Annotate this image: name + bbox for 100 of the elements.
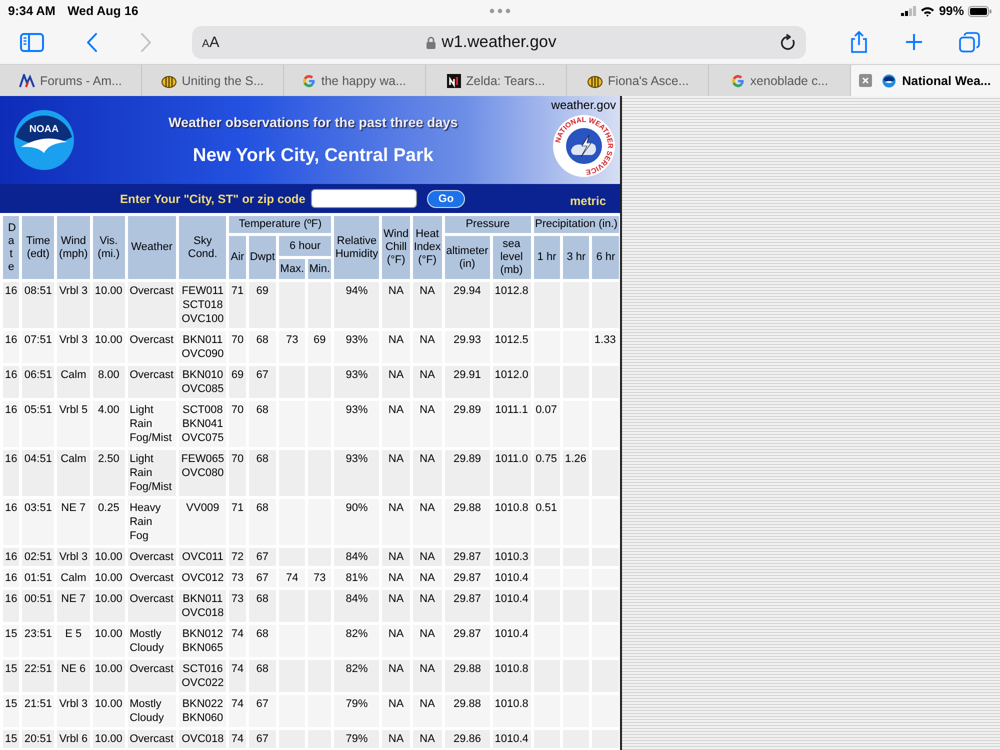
table-cell: 73: [229, 569, 246, 587]
table-cell: Calm: [57, 366, 90, 398]
table-cell: 2.50: [92, 450, 125, 496]
column-header: Dwpt: [248, 236, 276, 279]
column-header: Vis. (mi.): [92, 216, 125, 279]
go-button[interactable]: Go: [427, 190, 465, 208]
table-cell: Mostly Cloudy: [128, 695, 176, 727]
table-cell: 16: [3, 590, 20, 622]
table-cell: 1010.4: [492, 730, 531, 748]
table-cell: 82%: [334, 625, 380, 657]
table-cell: NA: [382, 401, 410, 447]
site-link[interactable]: weather.gov: [551, 98, 616, 112]
column-header: Heat Index (°F): [412, 216, 442, 279]
column-header: Temperature (ºF): [229, 216, 332, 233]
table-cell: 74: [229, 730, 246, 748]
table-cell: 71: [229, 282, 246, 328]
table-cell: 79%: [334, 695, 380, 727]
table-cell: 71: [229, 499, 246, 545]
table-cell: 82%: [334, 660, 380, 692]
table-cell: 90%: [334, 499, 380, 545]
table-cell: 94%: [334, 282, 380, 328]
table-cell: 1012.8: [492, 282, 531, 328]
table-cell: NA: [382, 660, 410, 692]
table-cell: NA: [412, 450, 442, 496]
table-cell: 23:51: [22, 625, 54, 657]
table-cell: 1.26: [562, 450, 590, 496]
table-cell: NE 7: [57, 590, 90, 622]
table-cell: 10.00: [92, 660, 125, 692]
table-cell: NA: [382, 695, 410, 727]
table-cell: 8.00: [92, 366, 125, 398]
url-text: w1.weather.gov: [442, 32, 556, 52]
search-label: Enter Your "City, ST" or zip code: [120, 192, 306, 206]
table-cell: NA: [412, 282, 442, 328]
browser-tab[interactable]: National Wea...: [851, 65, 1000, 96]
table-cell: Overcast: [128, 366, 176, 398]
table-cell: NA: [382, 548, 410, 566]
table-cell: NA: [382, 450, 410, 496]
column-header: Air: [229, 236, 246, 279]
table-cell: 10.00: [92, 282, 125, 328]
metric-link[interactable]: metric: [570, 194, 606, 208]
column-header: Weather: [128, 216, 176, 279]
table-cell: Overcast: [128, 569, 176, 587]
column-header: Date: [3, 216, 20, 279]
table-cell: 16: [3, 401, 20, 447]
table-cell: FEW011 SCT018 OVC100: [179, 282, 226, 328]
table-cell: 15: [3, 625, 20, 657]
table-cell: 69: [248, 282, 276, 328]
table-cell: NA: [382, 625, 410, 657]
table-cell: 93%: [334, 401, 380, 447]
address-field[interactable]: AA w1.weather.gov: [192, 26, 806, 58]
column-header: sea level (mb): [492, 236, 531, 279]
table-cell: Calm: [57, 450, 90, 496]
table-cell: 29.87: [444, 548, 490, 566]
table-cell: 16: [3, 366, 20, 398]
table-cell: 15: [3, 660, 20, 692]
column-header: Precipitation (in.): [534, 216, 619, 233]
column-header: Time (edt): [22, 216, 54, 279]
table-cell: 06:51: [22, 366, 54, 398]
table-cell: 1010.4: [492, 590, 531, 622]
table-cell: NE 6: [57, 660, 90, 692]
table-cell: 72: [229, 548, 246, 566]
table-cell: 29.89: [444, 450, 490, 496]
column-header: Wind (mph): [57, 216, 90, 279]
table-cell: 29.88: [444, 499, 490, 545]
table-cell: 10.00: [92, 695, 125, 727]
table-cell: Vrbl 5: [57, 401, 90, 447]
table-cell: SCT008 BKN041 OVC075: [179, 401, 226, 447]
table-cell: SCT016 OVC022: [179, 660, 226, 692]
table-cell: 10.00: [92, 730, 125, 748]
table-cell: Overcast: [128, 730, 176, 748]
table-cell: Vrbl 3: [57, 548, 90, 566]
table-cell: 21:51: [22, 695, 54, 727]
column-header: Wind Chill (°F): [382, 216, 410, 279]
table-cell: Overcast: [128, 548, 176, 566]
table-cell: 74: [229, 660, 246, 692]
table-cell: 67: [248, 569, 276, 587]
table-cell: 15: [3, 730, 20, 748]
table-cell: 29.94: [444, 282, 490, 328]
table-cell: 0.51: [534, 499, 560, 545]
table-cell: 29.87: [444, 590, 490, 622]
table-cell: 29.88: [444, 695, 490, 727]
table-cell: BKN011 OVC090: [179, 331, 226, 363]
table-cell: 16: [3, 548, 20, 566]
table-cell: 1012.5: [492, 331, 531, 363]
table-cell: 16: [3, 450, 20, 496]
table-cell: NA: [412, 590, 442, 622]
table-cell: 68: [248, 660, 276, 692]
table-cell: 20:51: [22, 730, 54, 748]
table-cell: Mostly Cloudy: [128, 625, 176, 657]
table-cell: 1010.4: [492, 569, 531, 587]
table-cell: 81%: [334, 569, 380, 587]
text-size-button[interactable]: AA: [202, 34, 262, 50]
table-cell: 1010.8: [492, 499, 531, 545]
table-cell: Overcast: [128, 282, 176, 328]
clock-time: 9:34 AM: [8, 4, 56, 18]
table-cell: 1011.0: [492, 450, 531, 496]
page-title: New York City, Central Park: [192, 144, 434, 166]
column-header: 6 hr: [592, 236, 619, 279]
table-cell: 16: [3, 499, 20, 545]
table-cell: NA: [412, 569, 442, 587]
